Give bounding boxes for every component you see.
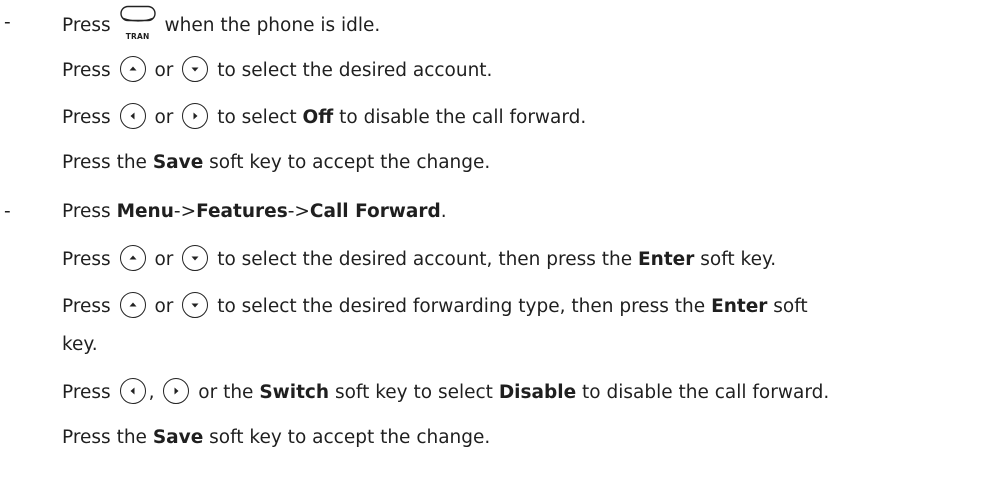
text: when the phone is idle. [164,15,381,36]
bold-term-features: Features [196,201,288,222]
text: or [154,296,174,317]
section1-step4: Press the Save soft key to accept the ch… [62,151,490,175]
text: Press [62,382,111,403]
text: Press [62,107,111,128]
section2-step4: Press , or the Switch soft key to select… [62,378,830,406]
text: Press [62,201,111,222]
text: -> [287,201,310,222]
text: or [154,60,174,81]
section2-step3-wrap: key. [62,334,98,355]
right-arrow-key-icon [182,103,209,129]
text: to select the desired forwarding type, t… [217,296,706,317]
up-arrow-key-icon [119,292,146,318]
section2-step2: Press or to select the desired account, … [62,245,777,273]
down-arrow-key-icon [182,292,209,318]
down-arrow-key-icon [182,245,209,271]
right-arrow-key-icon [163,378,190,404]
text: soft key. [700,249,777,270]
text: Press [62,60,111,81]
text: Press the [62,427,147,448]
text: Press [62,296,111,317]
text: Press [62,15,111,36]
text: -> [173,201,197,222]
text: to disable the call forward. [582,382,830,403]
text: or [154,107,174,128]
section1-step3: Press or to select Off to disable the ca… [62,103,587,131]
section1-step1: Press TRAN when the phone is idle. [62,5,381,41]
text: . [440,201,447,222]
tran-key-label: TRAN [125,32,150,41]
text: or the [198,382,254,403]
text: Press [62,249,111,270]
text: soft key to accept the change. [209,427,491,448]
left-arrow-key-icon [119,103,146,129]
list-marker: - [4,201,11,222]
section2-step1: Press Menu->Features->Call Forward. [62,200,447,224]
text: or [154,249,174,270]
bold-term-call-forward: Call Forward [309,201,441,222]
bold-term-disable: Disable [498,382,577,403]
text: to select the desired account. [217,60,493,81]
text: to disable the call forward. [339,107,587,128]
text: , [148,382,155,403]
bold-term-enter: Enter [711,296,768,317]
up-arrow-key-icon [119,56,146,82]
bold-term-enter: Enter [638,249,695,270]
bold-term-save: Save [152,152,204,173]
bold-term-menu: Menu [116,201,174,222]
text: to select [217,107,297,128]
text: soft key to select [334,382,493,403]
down-arrow-key-icon [182,56,209,82]
section1-step2: Press or to select the desired account. [62,56,493,84]
bold-term-off: Off [302,107,334,128]
bold-term-save: Save [152,427,204,448]
tran-key-icon: TRAN [119,5,157,41]
text: soft key to accept the change. [209,152,491,173]
text: to select the desired account, then pres… [217,249,633,270]
left-arrow-key-icon [119,378,146,404]
up-arrow-key-icon [119,245,146,271]
section2-step5: Press the Save soft key to accept the ch… [62,426,490,450]
section2-step3: Press or to select the desired forwardin… [62,292,808,320]
text: soft [773,296,808,317]
bold-term-switch: Switch [259,382,330,403]
text: Press the [62,152,147,173]
list-marker: - [4,12,11,33]
